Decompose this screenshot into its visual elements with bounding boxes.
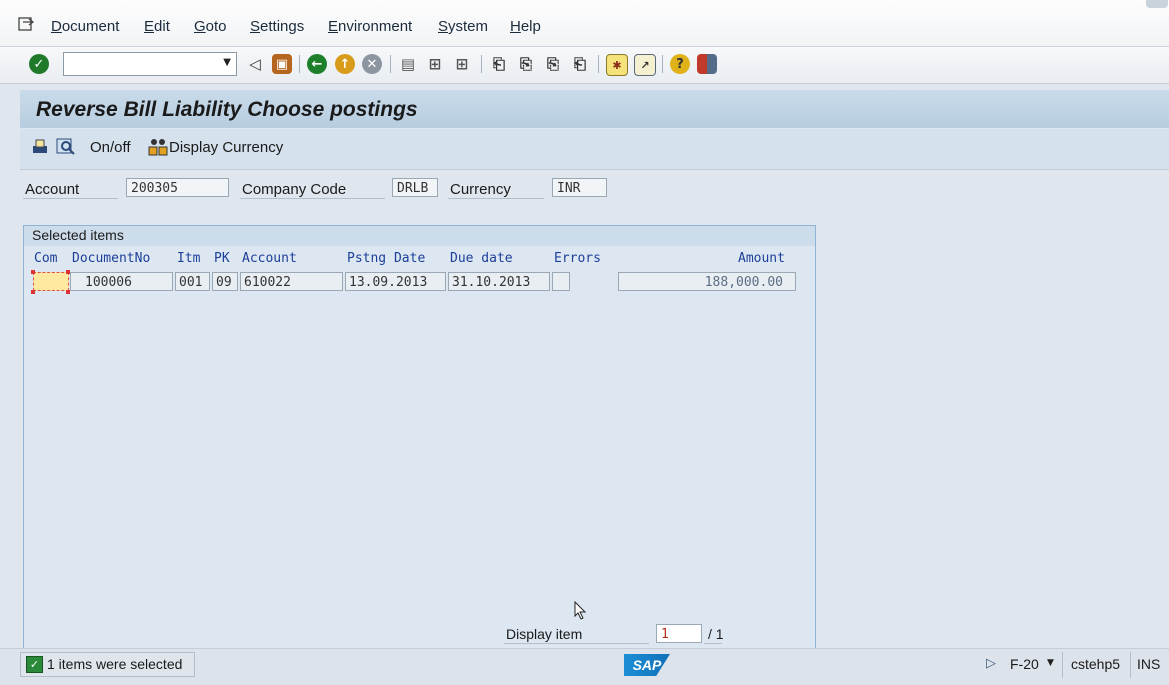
cancel-icon[interactable]: ✕ (362, 54, 382, 74)
print-list-icon[interactable] (30, 137, 50, 157)
account-label: Account (25, 181, 80, 198)
customize-layout-icon[interactable] (697, 54, 717, 74)
chevron-down-icon[interactable]: ▼ (1047, 658, 1054, 668)
display-currency-button[interactable]: Display Currency (169, 139, 283, 156)
enter-check-icon[interactable]: ✓ (29, 54, 49, 74)
create-session-icon[interactable]: ✱ (606, 54, 628, 76)
menu-edit[interactable]: Edit (144, 18, 170, 35)
col-account: Account (242, 251, 297, 266)
menu-system[interactable]: System (438, 18, 488, 35)
back-icon[interactable]: ← (307, 54, 327, 74)
onoff-button[interactable]: On/off (90, 139, 131, 156)
window-close-icon[interactable] (1146, 0, 1168, 8)
col-document-no: DocumentNo (72, 251, 151, 266)
display-currency-icon (148, 137, 168, 157)
mouse-cursor-icon (574, 600, 588, 625)
search-icon[interactable] (56, 137, 76, 157)
menu-environment[interactable]: Environment (328, 18, 412, 35)
first-page-icon[interactable]: ⎗ (489, 54, 509, 74)
menu-settings[interactable]: Settings (250, 18, 304, 35)
status-message: 1 items were selected (47, 656, 183, 672)
col-amount: Amount (738, 251, 785, 266)
help-icon[interactable]: ? (670, 54, 690, 74)
insert-mode[interactable]: INS (1137, 656, 1160, 672)
col-posting-date: Pstng Date (347, 251, 426, 266)
itm-cell[interactable]: 001 (175, 272, 210, 291)
com-cell[interactable] (33, 272, 69, 291)
company-code-field[interactable]: DRLB (392, 178, 438, 197)
display-item-total: / 1 (708, 626, 724, 642)
transaction-code[interactable]: F-20 (1010, 656, 1039, 672)
window-menu-icon[interactable] (18, 16, 36, 32)
menu-goto[interactable]: Goto (194, 18, 227, 35)
pk-cell[interactable]: 09 (212, 272, 238, 291)
document-no-cell[interactable]: 100006 (70, 272, 173, 291)
col-com: Com (34, 251, 58, 266)
display-item-label: Display item (506, 626, 583, 642)
account-cell[interactable]: 610022 (240, 272, 343, 291)
back-triangle-icon[interactable]: ◁ (245, 54, 265, 74)
find-icon[interactable]: ⊞ (425, 54, 445, 74)
menu-document[interactable]: Document (51, 18, 119, 35)
display-item-field[interactable]: 1 (656, 624, 702, 643)
print-icon[interactable]: ▤ (398, 54, 418, 74)
next-page-icon[interactable]: ⎘ (543, 54, 563, 74)
col-errors: Errors (554, 251, 601, 266)
row-select-corner (31, 270, 35, 274)
status-expand-icon[interactable]: ▷ (986, 656, 996, 671)
posting-date-cell[interactable]: 13.09.2013 (345, 272, 446, 291)
currency-label: Currency (450, 181, 511, 198)
chevron-down-icon[interactable]: ▼ (223, 57, 231, 68)
menu-bar: Document Edit Goto Settings Environment … (0, 0, 1169, 47)
shortcut-icon[interactable]: ↗ (634, 54, 656, 76)
success-check-icon: ✓ (26, 656, 43, 673)
col-due-date: Due date (450, 251, 513, 266)
menu-help[interactable]: Help (510, 18, 541, 35)
previous-page-icon[interactable]: ⎘ (516, 54, 536, 74)
currency-field[interactable]: INR (552, 178, 607, 197)
find-next-icon[interactable]: ⊞ (452, 54, 472, 74)
save-icon[interactable]: ▣ (272, 54, 292, 74)
last-page-icon[interactable]: ⎗ (570, 54, 590, 74)
amount-cell[interactable]: 188,000.00 (618, 272, 796, 291)
col-itm: Itm (177, 251, 201, 266)
page-title: Reverse Bill Liability Choose postings (36, 98, 418, 121)
row-select-corner (31, 290, 35, 294)
account-field[interactable]: 200305 (126, 178, 229, 197)
exit-icon[interactable]: ↑ (335, 54, 355, 74)
selected-items-header (24, 226, 815, 246)
selected-items-title: Selected items (32, 227, 124, 243)
errors-cell[interactable] (552, 272, 570, 291)
due-date-cell[interactable]: 31.10.2013 (448, 272, 550, 291)
system-name: cstehp5 (1071, 656, 1121, 672)
company-code-label: Company Code (242, 181, 347, 198)
command-field[interactable]: ▼ (63, 52, 237, 76)
col-pk: PK (214, 251, 230, 266)
